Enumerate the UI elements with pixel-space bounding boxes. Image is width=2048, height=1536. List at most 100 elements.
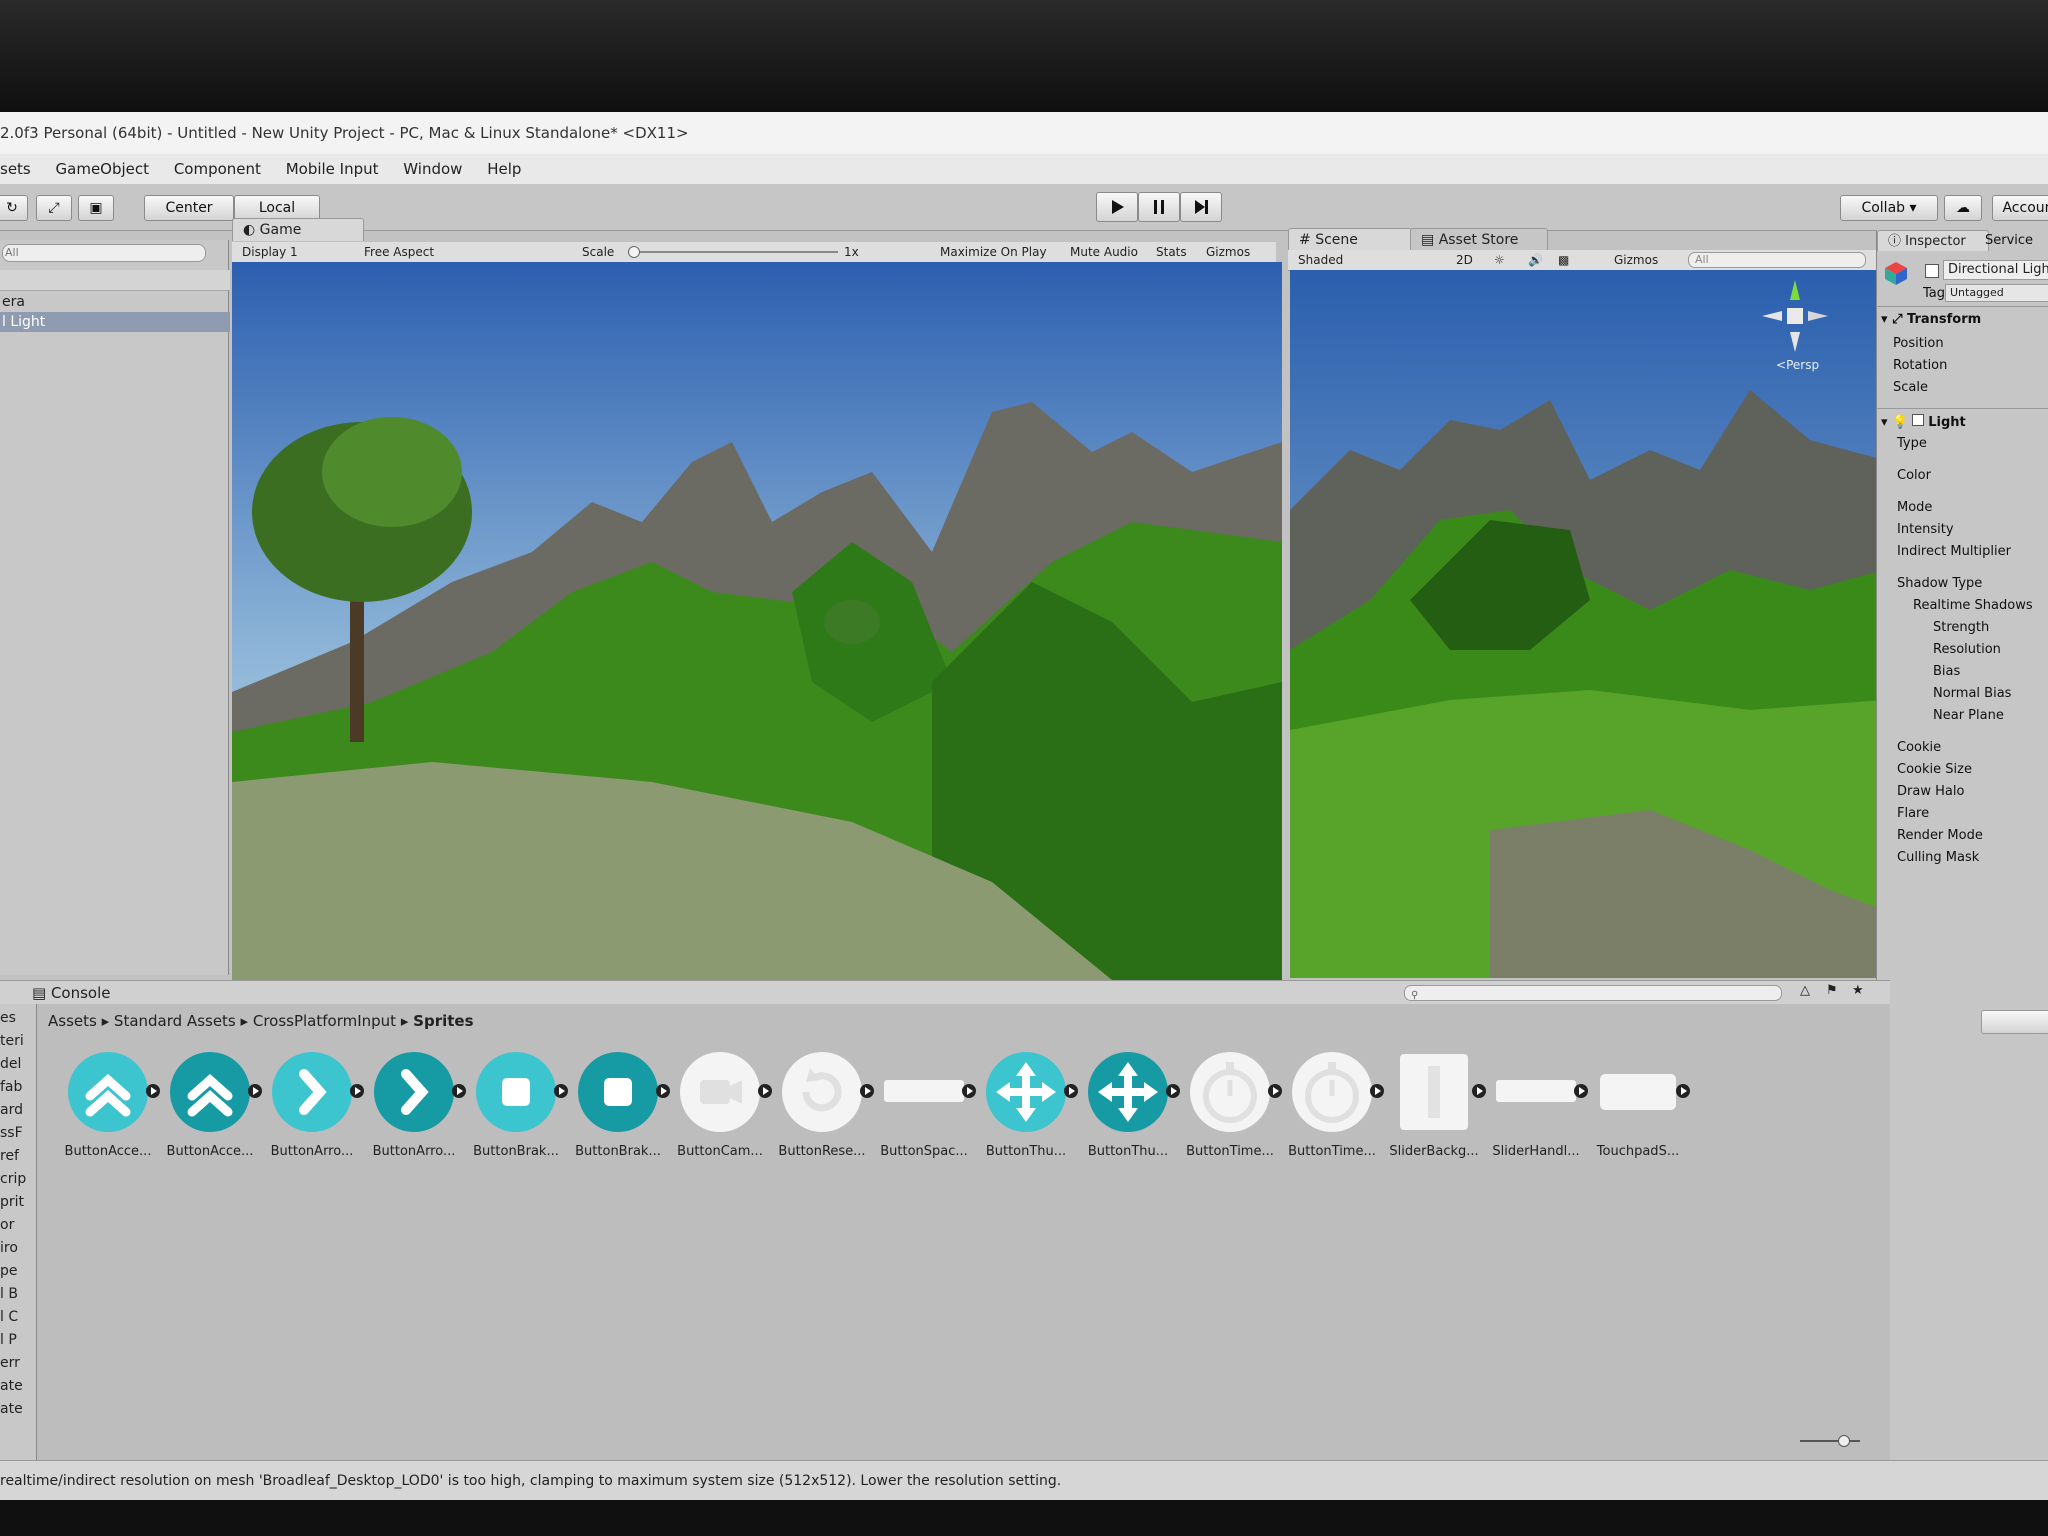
scale-tool-button[interactable]: ⤢ — [36, 195, 72, 221]
icon-size-slider[interactable] — [1800, 1435, 1860, 1447]
account-button[interactable]: Accoun — [1992, 195, 2048, 221]
asset-item[interactable]: ButtonBrak... — [568, 1050, 670, 1170]
rotate-tool-button[interactable]: ↻ — [0, 195, 28, 221]
expand-sprite-icon[interactable] — [1268, 1084, 1282, 1098]
tab-services[interactable]: Service — [1985, 233, 2033, 248]
folder-tree-item[interactable]: l P — [0, 1332, 17, 1348]
expand-sprite-icon[interactable] — [962, 1084, 976, 1098]
asset-item[interactable]: ButtonBrak... — [466, 1050, 568, 1170]
folder-tree-item[interactable]: ssF — [0, 1125, 23, 1141]
menu-help[interactable]: Help — [487, 160, 521, 178]
scene-root-row[interactable] — [0, 270, 230, 291]
2d-toggle[interactable]: 2D — [1456, 250, 1473, 270]
folder-tree-item[interactable]: crip — [0, 1171, 26, 1187]
expand-sprite-icon[interactable] — [860, 1084, 874, 1098]
object-name-field[interactable]: Directional Ligh — [1943, 260, 2048, 280]
folder-tree-item[interactable]: or — [0, 1217, 14, 1233]
folder-tree-item[interactable]: del — [0, 1056, 21, 1072]
projection-label[interactable]: <Persp — [1776, 358, 1819, 372]
scene-search-input[interactable]: All — [1688, 252, 1866, 268]
asset-item[interactable]: ButtonThu... — [1078, 1050, 1180, 1170]
rect-tool-button[interactable]: ▣ — [78, 195, 114, 221]
scene-orientation-gizmo[interactable] — [1760, 278, 1830, 358]
expand-sprite-icon[interactable] — [146, 1084, 160, 1098]
folder-tree-item[interactable]: ate — [0, 1401, 23, 1417]
game-gizmos-dropdown[interactable]: Gizmos — [1206, 242, 1250, 262]
expand-sprite-icon[interactable] — [554, 1084, 568, 1098]
lighting-toggle-icon[interactable]: ☼ — [1494, 250, 1505, 270]
folder-tree-item[interactable]: err — [0, 1355, 20, 1371]
folder-tree-item[interactable]: ref — [0, 1148, 19, 1164]
aspect-dropdown[interactable]: Free Aspect — [364, 242, 434, 262]
mute-audio-toggle[interactable]: Mute Audio — [1070, 242, 1138, 262]
hierarchy-item-camera[interactable]: era — [0, 292, 230, 312]
hierarchy-item-directional-light[interactable]: l Light — [0, 312, 230, 332]
active-checkbox[interactable] — [1925, 264, 1939, 278]
asset-item[interactable]: ButtonThu... — [976, 1050, 1078, 1170]
tab-scene[interactable]: # Scene — [1288, 228, 1412, 251]
expand-sprite-icon[interactable] — [1472, 1084, 1486, 1098]
expand-sprite-icon[interactable] — [1166, 1084, 1180, 1098]
asset-item[interactable]: ButtonTime... — [1282, 1050, 1384, 1170]
asset-item[interactable]: TouchpadS... — [1588, 1050, 1690, 1170]
breadcrumb-crossplatforminput[interactable]: CrossPlatformInput — [253, 1012, 396, 1030]
scale-slider-handle[interactable] — [628, 246, 640, 258]
asset-item[interactable]: ButtonCam... — [670, 1050, 772, 1170]
asset-item[interactable]: SliderBackg... — [1384, 1050, 1486, 1170]
expand-sprite-icon[interactable] — [452, 1084, 466, 1098]
expand-sprite-icon[interactable] — [248, 1084, 262, 1098]
pivot-center-button[interactable]: Center — [144, 195, 234, 221]
hierarchy-search-input[interactable]: All — [2, 244, 206, 262]
maximize-on-play-toggle[interactable]: Maximize On Play — [940, 242, 1047, 262]
scene-gizmos-dropdown[interactable]: Gizmos — [1614, 250, 1658, 270]
display-dropdown[interactable]: Display 1 — [242, 242, 298, 262]
folder-tree-item[interactable]: es — [0, 1010, 16, 1026]
asset-item[interactable]: ButtonTime... — [1180, 1050, 1282, 1170]
asset-item[interactable]: SliderHandl... — [1486, 1050, 1588, 1170]
scale-slider[interactable] — [628, 246, 838, 258]
effects-toggle-icon[interactable]: ▩ — [1558, 250, 1569, 270]
folder-tree-item[interactable]: prit — [0, 1194, 24, 1210]
audio-toggle-icon[interactable]: 🔊 — [1528, 250, 1543, 270]
menu-component[interactable]: Component — [174, 160, 261, 178]
menu-gameobject[interactable]: GameObject — [56, 160, 150, 178]
filter-by-label-icon[interactable]: ⚑ — [1826, 983, 1838, 998]
folder-tree-item[interactable]: ard — [0, 1102, 23, 1118]
expand-sprite-icon[interactable] — [656, 1084, 670, 1098]
add-component-button[interactable] — [1981, 1010, 2048, 1034]
project-search-input[interactable]: ⚲ — [1404, 985, 1782, 1001]
menu-mobile-input[interactable]: Mobile Input — [286, 160, 379, 178]
tab-console[interactable]: ▤ Console — [32, 982, 152, 1004]
light-header[interactable]: ▾ 💡 Light — [1881, 414, 1966, 430]
transform-header[interactable]: ▾ ⤢ Transform — [1881, 312, 1981, 327]
breadcrumb-assets[interactable]: Assets — [48, 1012, 97, 1030]
favorite-star-icon[interactable]: ★ — [1852, 983, 1864, 998]
cloud-button[interactable]: ☁ — [1944, 195, 1982, 221]
stats-toggle[interactable]: Stats — [1156, 242, 1187, 262]
play-button[interactable] — [1096, 192, 1138, 222]
step-button[interactable] — [1180, 192, 1222, 222]
pause-button[interactable] — [1138, 192, 1180, 222]
tab-asset-store[interactable]: ▤ Asset Store — [1410, 228, 1548, 251]
expand-sprite-icon[interactable] — [1676, 1084, 1690, 1098]
tab-game[interactable]: ◐ Game — [232, 218, 364, 241]
asset-item[interactable]: ButtonAcce... — [58, 1050, 160, 1170]
folder-tree-item[interactable]: ate — [0, 1378, 23, 1394]
collab-button[interactable]: Collab ▾ — [1840, 195, 1938, 221]
expand-sprite-icon[interactable] — [1064, 1084, 1078, 1098]
game-view-render[interactable] — [232, 262, 1282, 980]
asset-item[interactable]: ButtonSpac... — [874, 1050, 976, 1170]
folder-tree-item[interactable]: pe — [0, 1263, 18, 1279]
menu-assets[interactable]: sets — [0, 160, 31, 178]
asset-item[interactable]: ButtonArro... — [364, 1050, 466, 1170]
shading-dropdown[interactable]: Shaded — [1298, 250, 1343, 270]
expand-sprite-icon[interactable] — [758, 1084, 772, 1098]
folder-tree-item[interactable]: fab — [0, 1079, 22, 1095]
asset-item[interactable]: ButtonAcce... — [160, 1050, 262, 1170]
asset-item[interactable]: ButtonArro... — [262, 1050, 364, 1170]
folder-tree-item[interactable]: iro — [0, 1240, 18, 1256]
status-bar[interactable]: realtime/indirect resolution on mesh 'Br… — [0, 1460, 2048, 1500]
breadcrumb-standard-assets[interactable]: Standard Assets — [114, 1012, 236, 1030]
light-enabled-checkbox[interactable] — [1912, 414, 1925, 426]
icon-size-slider-handle[interactable] — [1838, 1435, 1850, 1447]
